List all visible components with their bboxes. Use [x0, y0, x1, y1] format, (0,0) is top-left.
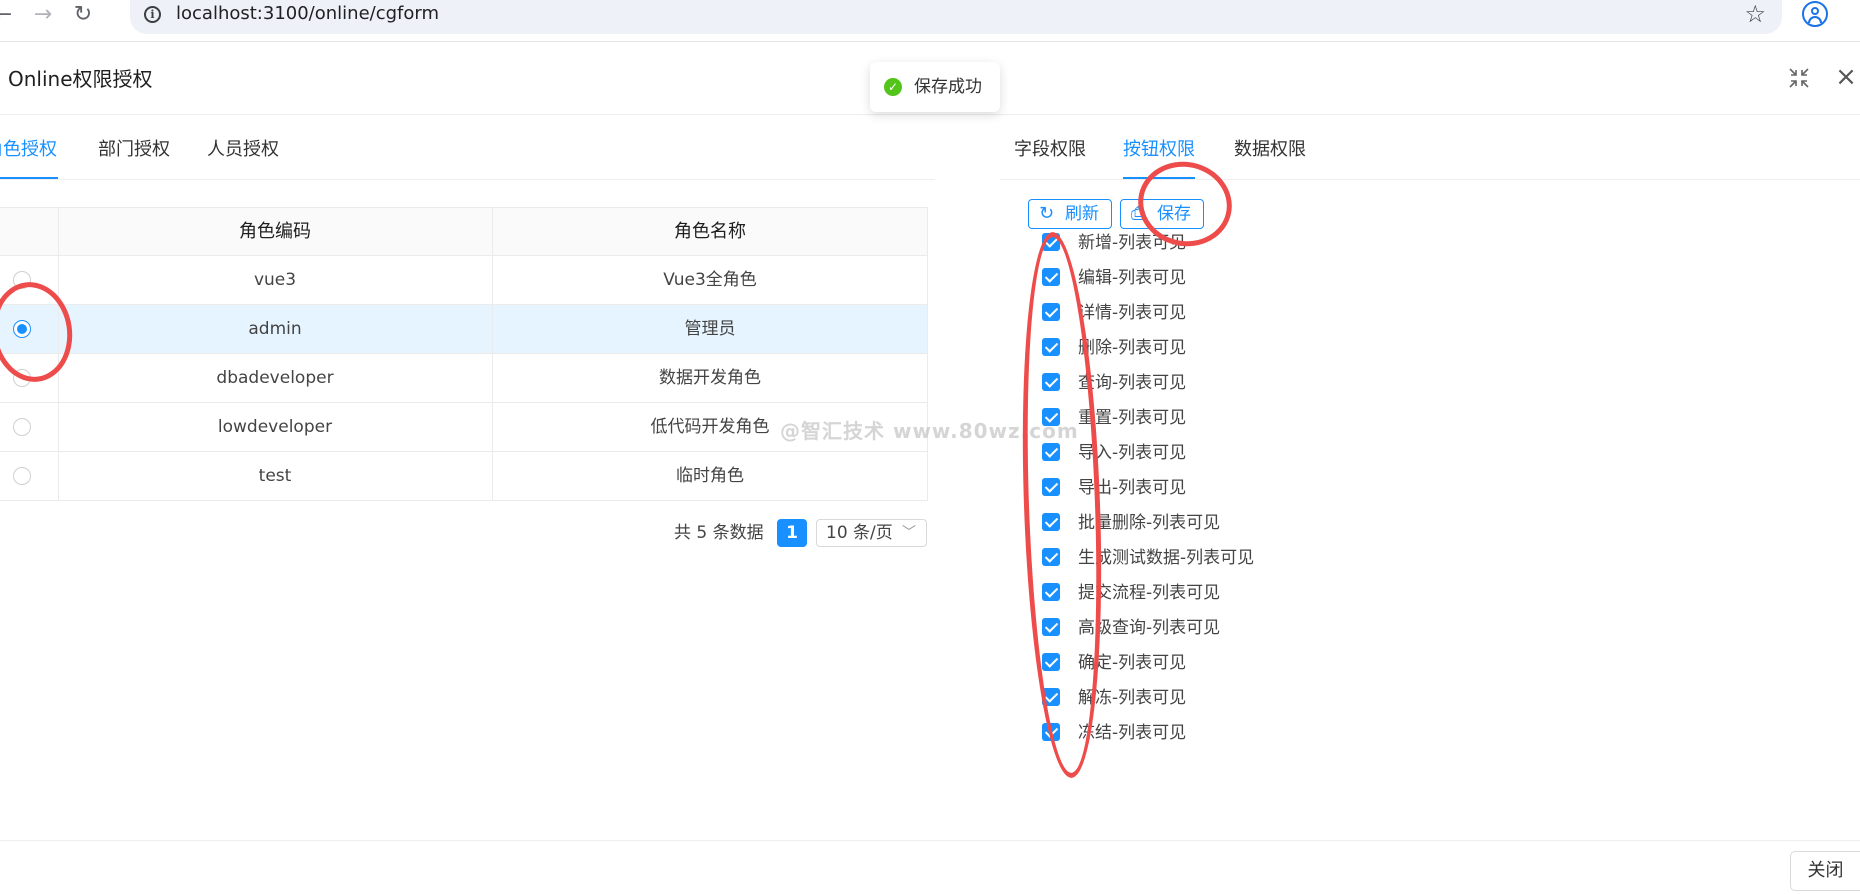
check-circle-icon: ✓	[884, 78, 902, 96]
refresh-label: 刷新	[1065, 204, 1099, 224]
refresh-button[interactable]: ↻ 刷新	[1028, 199, 1112, 229]
column-header-role-name: 角色名称	[674, 221, 746, 242]
permission-label: 详情-列表可见	[1078, 303, 1187, 323]
active-tab-indicator	[0, 177, 58, 179]
tab-field-permission[interactable]: 字段权限	[1014, 138, 1086, 162]
role-name-cell: 管理员	[684, 319, 736, 339]
column-header-role-code: 角色编码	[239, 221, 311, 242]
profile-icon[interactable]	[1802, 1, 1828, 27]
forward-icon[interactable]: →	[30, 2, 56, 28]
role-code-cell: test	[258, 466, 292, 486]
permission-checkbox-item[interactable]: 删除-列表可见	[1040, 334, 1400, 362]
table-header: 角色编码 角色名称	[0, 208, 928, 256]
role-name-cell: 临时角色	[676, 466, 744, 486]
role-code-cell: vue3	[253, 270, 297, 290]
role-name-cell: 数据开发角色	[659, 368, 761, 388]
table-row[interactable]: dbadeveloper 数据开发角色	[0, 354, 928, 403]
table-row[interactable]: test 临时角色	[0, 452, 928, 501]
site-info-icon[interactable]: i	[144, 6, 161, 23]
pagination: 共 5 条数据 1 10 条/页 ﹀	[0, 517, 928, 549]
permission-checkbox-item[interactable]: 编辑-列表可见	[1040, 264, 1400, 292]
column-divider	[927, 208, 928, 500]
permission-label: 删除-列表可见	[1078, 338, 1187, 358]
page-size-select[interactable]: 10 条/页 ﹀	[816, 519, 927, 547]
permission-label: 冻结-列表可见	[1078, 723, 1187, 743]
table-row[interactable]: vue3 Vue3全角色	[0, 256, 928, 305]
page-number-button[interactable]: 1	[777, 519, 807, 547]
tab-button-permission[interactable]: 按钮权限	[1123, 138, 1195, 162]
role-name-cell: Vue3全角色	[663, 270, 757, 290]
chevron-down-icon: ﹀	[902, 525, 916, 541]
browser-toolbar: ← → ↻ i localhost:3100/online/cgform ☆	[0, 0, 1860, 42]
address-bar[interactable]: i localhost:3100/online/cgform ☆	[130, 0, 1782, 34]
success-toast: ✓ 保存成功	[870, 62, 1000, 112]
table-row[interactable]: admin 管理员	[0, 305, 928, 354]
bookmark-star-icon[interactable]: ☆	[1744, 0, 1766, 28]
role-table: 角色编码 角色名称 vue3 Vue3全角色 admin 管理员 dbadeve…	[0, 207, 928, 501]
permission-type-tabs: 字段权限 按钮权限 数据权限	[1000, 116, 1860, 180]
permission-checkbox-item[interactable]: 查询-列表可见	[1040, 369, 1400, 397]
tab-role-auth[interactable]: 角色授权	[0, 138, 57, 162]
page-size-value: 10 条/页	[826, 523, 893, 543]
column-divider	[492, 208, 493, 500]
modal-footer: 关闭	[0, 840, 1860, 894]
refresh-icon: ↻	[1039, 203, 1055, 224]
close-button[interactable]: 关闭	[1790, 851, 1860, 891]
role-code-cell: dbadeveloper	[216, 368, 334, 388]
row-radio[interactable]	[13, 467, 31, 485]
role-code-cell: lowdeveloper	[217, 417, 333, 437]
permission-label: 编辑-列表可见	[1078, 268, 1187, 288]
tab-dept-auth[interactable]: 部门授权	[98, 138, 170, 162]
permission-label: 生成测试数据-列表可见	[1078, 548, 1255, 568]
exit-fullscreen-icon[interactable]	[1788, 67, 1810, 89]
role-code-cell: admin	[248, 319, 302, 339]
close-icon[interactable]: ×	[1834, 64, 1858, 90]
app-root: ← → ↻ i localhost:3100/online/cgform ☆ O…	[0, 0, 1860, 894]
modal-title: Online权限授权	[8, 67, 153, 91]
auth-type-tabs: 角色授权 部门授权 人员授权	[0, 116, 935, 180]
tab-data-permission[interactable]: 数据权限	[1234, 138, 1306, 162]
reload-icon[interactable]: ↻	[70, 2, 96, 28]
url-text[interactable]: localhost:3100/online/cgform	[176, 2, 439, 26]
tab-user-auth[interactable]: 人员授权	[207, 138, 279, 162]
permission-checkbox-item[interactable]: 冻结-列表可见	[1040, 719, 1400, 747]
row-radio[interactable]	[13, 418, 31, 436]
permission-label: 查询-列表可见	[1078, 373, 1187, 393]
permission-checkbox-list: 新增-列表可见 编辑-列表可见 详情-列表可见 删除-列表可见 查询-列表可见 …	[1040, 229, 1440, 769]
pagination-total: 共 5 条数据	[674, 523, 764, 543]
toast-message: 保存成功	[914, 77, 982, 97]
back-icon[interactable]: ←	[0, 2, 16, 28]
permission-checkbox-item[interactable]: 详情-列表可见	[1040, 299, 1400, 327]
